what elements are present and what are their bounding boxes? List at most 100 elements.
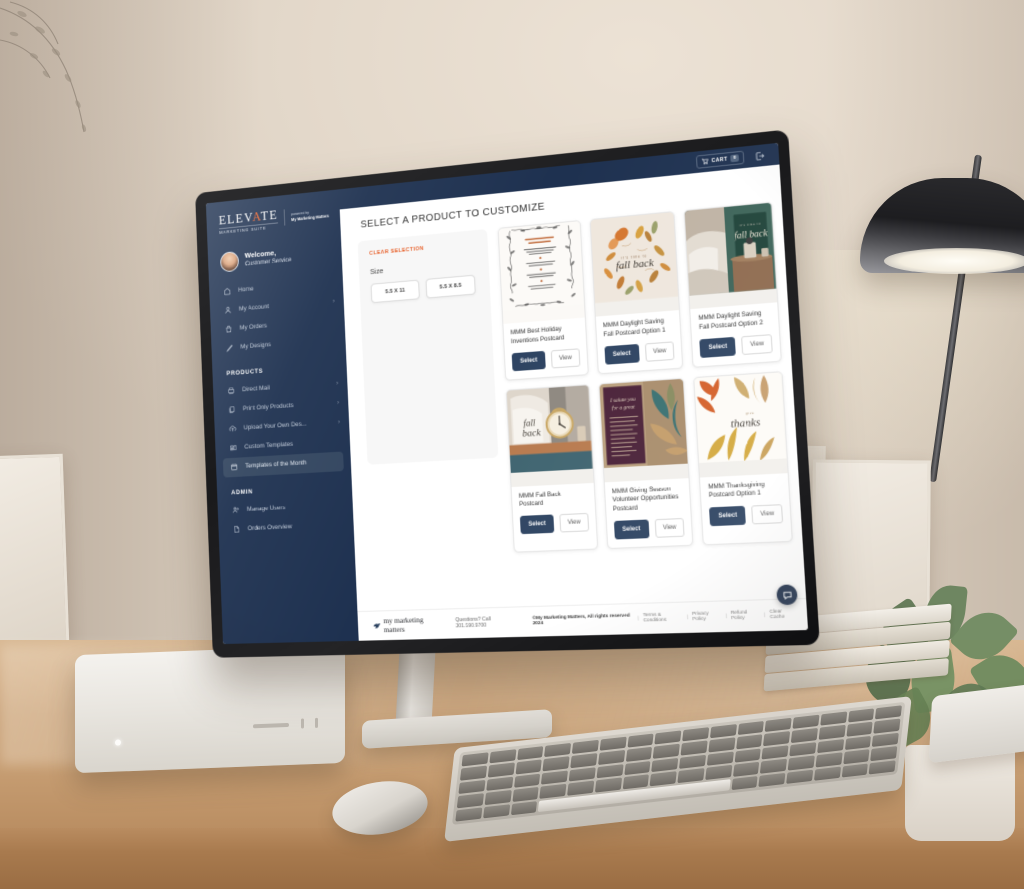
view-button[interactable]: View [550, 347, 581, 369]
product-title: MMM Thanksgiving Postcard Option 1 [707, 480, 765, 500]
desktop-computer [75, 644, 345, 774]
chevron-right-icon: › [337, 399, 340, 406]
artwork-holiday-inventions [498, 221, 584, 311]
select-button[interactable]: Select [709, 505, 747, 527]
trackpad [928, 682, 1024, 764]
home-icon [223, 287, 231, 296]
product-thumbnail: it's time to fall back [684, 202, 778, 310]
sidebar-item-my-account[interactable]: My Account › [210, 291, 344, 322]
footer-links: ©My Marketing Matters, All rights reserv… [532, 609, 796, 626]
sidebar-label: Manage Users [246, 504, 286, 514]
sidebar-item-templates-of-the-month[interactable]: Templates of the Month [222, 451, 344, 478]
monitor-bezel: ELEVATE MARKETING SUITE powered by My Ma… [195, 129, 820, 658]
clear-selection-button[interactable]: CLEAR SELECTION [369, 241, 476, 257]
chat-bubble-icon [781, 589, 792, 600]
app-logo[interactable]: ELEVATE MARKETING SUITE powered by My Ma… [206, 189, 341, 245]
chevron-right-icon: › [332, 298, 335, 305]
sidebar-label: My Designs [240, 341, 272, 351]
sidebar-item-my-designs[interactable]: My Designs [211, 330, 346, 360]
sidebar-label: My Account [238, 303, 270, 313]
sidebar-label: Custom Templates [244, 441, 294, 451]
plant-pot [905, 745, 1015, 841]
select-button[interactable]: Select [604, 343, 640, 365]
user-icon [224, 306, 232, 315]
sidebar-item-custom-templates[interactable]: Custom Templates [215, 431, 350, 458]
svg-text:back: back [522, 427, 542, 439]
chevron-right-icon: › [337, 419, 341, 426]
view-button[interactable]: View [559, 513, 589, 533]
view-button[interactable]: View [741, 333, 773, 355]
artwork-fall-back-clock: fall back [506, 384, 593, 474]
footer-phone: Questions? Call 301.590.9700 [455, 616, 491, 630]
size-option-5-5x8-5[interactable]: 5.5 X 8.5 [425, 274, 476, 299]
footer-link-terms[interactable]: Terms & Conditions [643, 612, 683, 624]
product-card[interactable]: it's time to fall back MMM Daylight Savi… [683, 201, 782, 368]
footer-logo[interactable]: my marketing matters [373, 615, 443, 635]
pencil-icon [225, 344, 233, 353]
product-card[interactable]: give thanks MMM Thanksgiving Postcard Op… [693, 370, 793, 546]
product-card[interactable]: fall back MMM Fall Back Postcard Select … [505, 383, 598, 553]
select-button[interactable]: Select [699, 336, 737, 358]
picture-frame-left [0, 453, 70, 648]
select-button[interactable]: Select [613, 519, 650, 540]
sidebar-label: Home [238, 286, 254, 295]
view-button[interactable]: View [654, 517, 685, 538]
cart-button[interactable]: CART 0 [695, 150, 745, 169]
footer-logo-text: my marketing matters [383, 615, 424, 635]
size-option-5-5x11[interactable]: 5.5 X 11 [370, 279, 420, 304]
product-card[interactable]: MMM Best Holiday Inventions Postcard Sel… [497, 220, 589, 381]
product-card[interactable]: it's time to fall back MMM Daylight Savi… [589, 210, 684, 375]
logout-icon[interactable] [754, 150, 765, 161]
cart-label: CART [711, 155, 728, 164]
sidebar-item-manage-users[interactable]: Manage Users [217, 495, 353, 521]
powered-by-name: My Marketing Matters [291, 213, 329, 222]
product-thumbnail: it's time to fall back [590, 212, 680, 317]
sidebar-item-upload-your-own-design[interactable]: Upload Your Own Des... › [214, 412, 349, 440]
sidebar-label: Direct Mail [242, 385, 270, 394]
calendar-icon [230, 463, 238, 472]
sidebar-item-direct-mail[interactable]: Direct Mail › [213, 373, 348, 402]
size-options: 5.5 X 11 5.5 X 8.5 [370, 274, 479, 304]
svg-text:thanks: thanks [731, 416, 761, 430]
sidebar-item-orders-overview[interactable]: Orders Overview [218, 515, 354, 540]
monitor-screen: ELEVATE MARKETING SUITE powered by My Ma… [205, 142, 809, 645]
sidebar-label: Upload Your Own Des... [243, 421, 307, 432]
mmm-bird-icon [373, 622, 381, 628]
sidebar-item-home[interactable]: Home [209, 272, 343, 303]
product-card[interactable]: I salute you for a great MMM Giving Seas… [598, 377, 694, 550]
templates-icon [229, 444, 237, 453]
user-profile[interactable]: Welcome, Customer Service [208, 232, 343, 284]
view-button[interactable]: View [751, 504, 784, 525]
welcome-greeting: Welcome, [244, 248, 277, 260]
monitor: ELEVATE MARKETING SUITE powered by My Ma… [178, 129, 820, 658]
mail-printer-icon [227, 387, 235, 396]
copy-icon [228, 406, 236, 415]
product-title: MMM Fall Back Postcard [518, 490, 562, 509]
artwork-fall-back-leaves: it's time to fall back [590, 212, 679, 304]
svg-text:fall: fall [523, 417, 536, 428]
product-grid: MMM Best Holiday Inventions Postcard Sel… [497, 201, 797, 607]
filter-panel: CLEAR SELECTION Size 5.5 X 11 5.5 X 8.5 [357, 228, 499, 465]
logo-divider [283, 209, 286, 226]
view-button[interactable]: View [644, 340, 675, 362]
sidebar-item-my-orders[interactable]: My Orders [210, 310, 345, 340]
product-thumbnail: give thanks [694, 371, 788, 478]
select-button[interactable]: Select [511, 350, 546, 371]
logo-subtitle: MARKETING SUITE [219, 222, 279, 235]
footer-link-clear-cache[interactable]: Clear Cache [770, 609, 797, 620]
footer-link-privacy[interactable]: Privacy Policy [692, 611, 721, 622]
footer-link-refund[interactable]: Refund Policy [731, 610, 761, 621]
sidebar-item-print-only-products[interactable]: Print Only Products › [214, 393, 349, 421]
product-thumbnail: fall back [506, 384, 594, 487]
document-icon [233, 525, 241, 534]
artwork-thanksgiving: give thanks [694, 371, 787, 464]
svg-text:give: give [746, 410, 755, 415]
user-name: Customer Service [244, 256, 292, 268]
select-button[interactable]: Select [519, 514, 555, 535]
chevron-right-icon: › [336, 380, 339, 387]
product-thumbnail [498, 221, 585, 324]
bag-icon [225, 325, 233, 334]
size-filter-label: Size [369, 266, 384, 277]
product-title: MMM Daylight Saving Fall Postcard Option… [602, 317, 666, 339]
product-thumbnail: I salute you for a great [599, 378, 689, 482]
